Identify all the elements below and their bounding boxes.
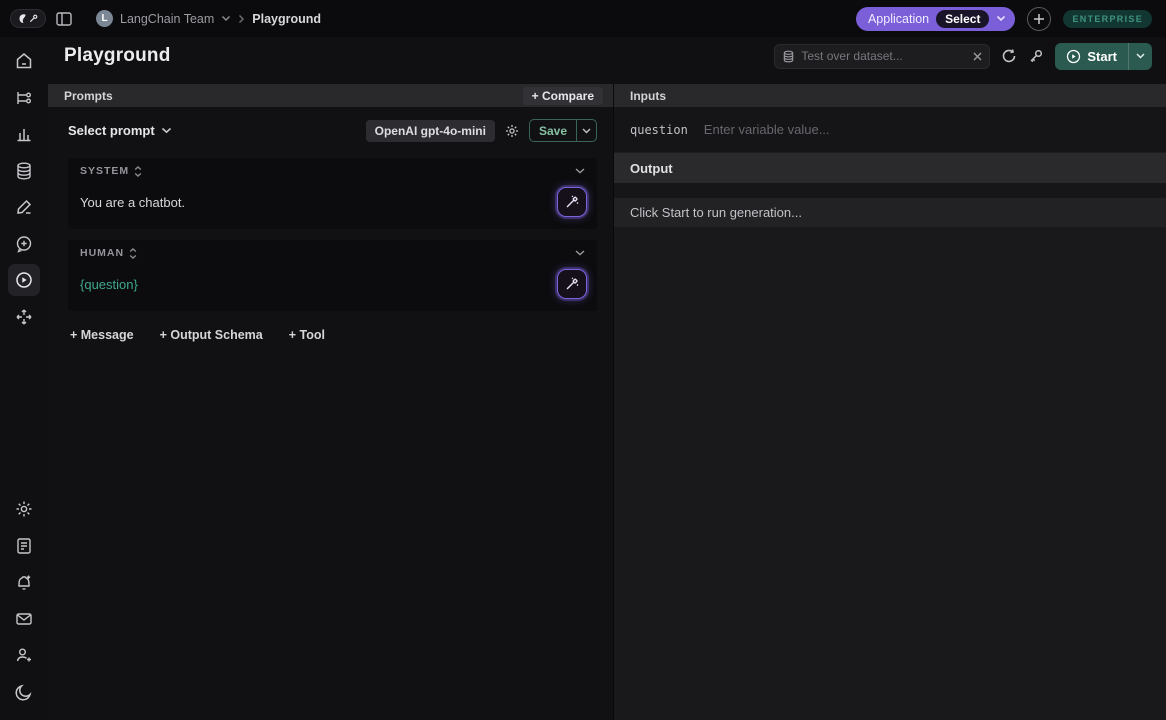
chevron-down-icon[interactable] xyxy=(575,250,585,256)
message-content[interactable]: {question} xyxy=(80,269,138,292)
add-button[interactable] xyxy=(1027,7,1051,31)
wand-button[interactable] xyxy=(557,187,587,217)
chevron-down-icon[interactable] xyxy=(996,15,1006,22)
refresh-icon[interactable] xyxy=(1001,48,1017,64)
api-key-icon[interactable] xyxy=(1028,48,1044,64)
output-section-title: Output xyxy=(614,153,1166,183)
langsmith-logo[interactable] xyxy=(10,9,46,28)
topbar: L LangChain Team Playground Application … xyxy=(0,0,1166,37)
model-badge[interactable]: OpenAI gpt-4o-mini xyxy=(366,120,495,142)
role-label[interactable]: HUMAN xyxy=(80,247,124,259)
breadcrumb-team[interactable]: LangChain Team xyxy=(120,12,214,26)
start-button[interactable]: Start xyxy=(1055,43,1152,70)
deployments-icon xyxy=(14,307,34,327)
model-settings-gear-icon[interactable] xyxy=(504,123,520,139)
role-selector[interactable]: SYSTEM xyxy=(80,165,142,177)
breadcrumb-page[interactable]: Playground xyxy=(252,12,321,26)
save-options-chevron[interactable] xyxy=(576,120,596,141)
monitor-chart-icon xyxy=(14,124,34,144)
mail-icon xyxy=(14,609,34,629)
chevron-down-icon xyxy=(161,127,172,134)
compare-button[interactable]: + Compare xyxy=(523,87,603,105)
play-circle-icon xyxy=(1066,49,1081,64)
page-title: Playground xyxy=(64,45,171,67)
docs-icon xyxy=(14,536,34,556)
trace-icon xyxy=(14,88,34,108)
sidebar-item-docs[interactable] xyxy=(8,530,40,562)
add-output-schema-button[interactable]: + Output Schema xyxy=(160,328,263,342)
sidebar-item-playground[interactable] xyxy=(8,264,40,296)
breadcrumb: L LangChain Team Playground xyxy=(96,10,321,27)
prompts-panel-title: Prompts xyxy=(64,89,113,103)
prompt-bubble-icon xyxy=(14,234,34,254)
dataset-select[interactable] xyxy=(774,44,990,69)
start-label: Start xyxy=(1087,49,1117,64)
application-select[interactable]: Application Select xyxy=(856,7,1016,31)
sort-icon[interactable] xyxy=(134,166,142,177)
save-label[interactable]: Save xyxy=(530,124,576,138)
page-header: Playground xyxy=(48,37,1166,75)
inputs-output-panel: Inputs question Output Click Start to ru… xyxy=(614,84,1166,720)
bell-plus-icon xyxy=(14,572,34,592)
role-label[interactable]: SYSTEM xyxy=(80,165,129,177)
chevron-right-icon xyxy=(238,14,245,24)
role-selector[interactable]: HUMAN xyxy=(80,247,137,259)
variable-name: question xyxy=(630,123,688,137)
sidebar-item-monitoring[interactable] xyxy=(8,118,40,150)
sidebar-item-datasets[interactable] xyxy=(8,155,40,187)
chevron-down-icon[interactable] xyxy=(575,168,585,174)
dataset-input[interactable] xyxy=(801,49,967,63)
prompts-panel: Prompts + Compare Select prompt OpenAI g… xyxy=(48,84,614,720)
datasets-icon xyxy=(14,161,34,181)
sidebar-item-deployments[interactable] xyxy=(8,301,40,333)
sidebar-item-notifications[interactable] xyxy=(8,566,40,598)
sidebar-item-invite[interactable] xyxy=(8,639,40,671)
output-gap xyxy=(614,183,1166,198)
wrench-icon xyxy=(29,13,38,24)
message-card-human: HUMAN {question} xyxy=(68,240,597,311)
annotation-pen-icon xyxy=(14,197,34,217)
sidebar-item-annotation[interactable] xyxy=(8,191,40,223)
team-avatar: L xyxy=(96,10,113,27)
save-button[interactable]: Save xyxy=(529,119,597,142)
dark-mode-moon-icon xyxy=(14,682,34,702)
enterprise-badge: ENTERPRISE xyxy=(1063,10,1152,28)
input-variable-row: question xyxy=(614,107,1166,153)
application-label: Application xyxy=(868,12,929,26)
sidebar-item-theme[interactable] xyxy=(8,676,40,708)
sidebar-item-home[interactable] xyxy=(8,45,40,77)
sidebar-item-tracing[interactable] xyxy=(8,82,40,114)
sidebar-item-mail[interactable] xyxy=(8,603,40,635)
output-placeholder: Click Start to run generation... xyxy=(614,198,1166,227)
add-message-button[interactable]: + Message xyxy=(70,328,134,342)
message-card-system: SYSTEM You are a chatbot. xyxy=(68,158,597,229)
database-icon xyxy=(782,50,795,63)
wand-icon xyxy=(565,277,579,291)
message-content[interactable]: You are a chatbot. xyxy=(80,187,185,210)
parrot-icon xyxy=(18,13,27,24)
playground-icon xyxy=(14,270,34,290)
sidebar-item-settings[interactable] xyxy=(8,493,40,525)
invite-user-icon xyxy=(14,645,34,665)
sidebar-toggle-icon[interactable] xyxy=(56,12,72,26)
select-prompt-label: Select prompt xyxy=(68,123,155,138)
chevron-down-icon[interactable] xyxy=(221,15,231,22)
select-prompt-dropdown[interactable]: Select prompt xyxy=(68,123,172,138)
settings-gear-icon xyxy=(14,499,34,519)
home-icon xyxy=(14,51,34,71)
sidebar xyxy=(0,37,48,720)
variable-value-input[interactable] xyxy=(704,122,1150,137)
wand-button[interactable] xyxy=(557,269,587,299)
sidebar-item-prompts[interactable] xyxy=(8,228,40,260)
clear-x-icon[interactable] xyxy=(973,52,982,61)
add-tool-button[interactable]: + Tool xyxy=(289,328,325,342)
start-options-chevron[interactable] xyxy=(1128,43,1152,70)
application-value[interactable]: Select xyxy=(936,10,989,28)
output-area xyxy=(614,227,1166,720)
sort-icon[interactable] xyxy=(129,248,137,259)
wand-icon xyxy=(565,195,579,209)
inputs-panel-title: Inputs xyxy=(630,89,666,103)
